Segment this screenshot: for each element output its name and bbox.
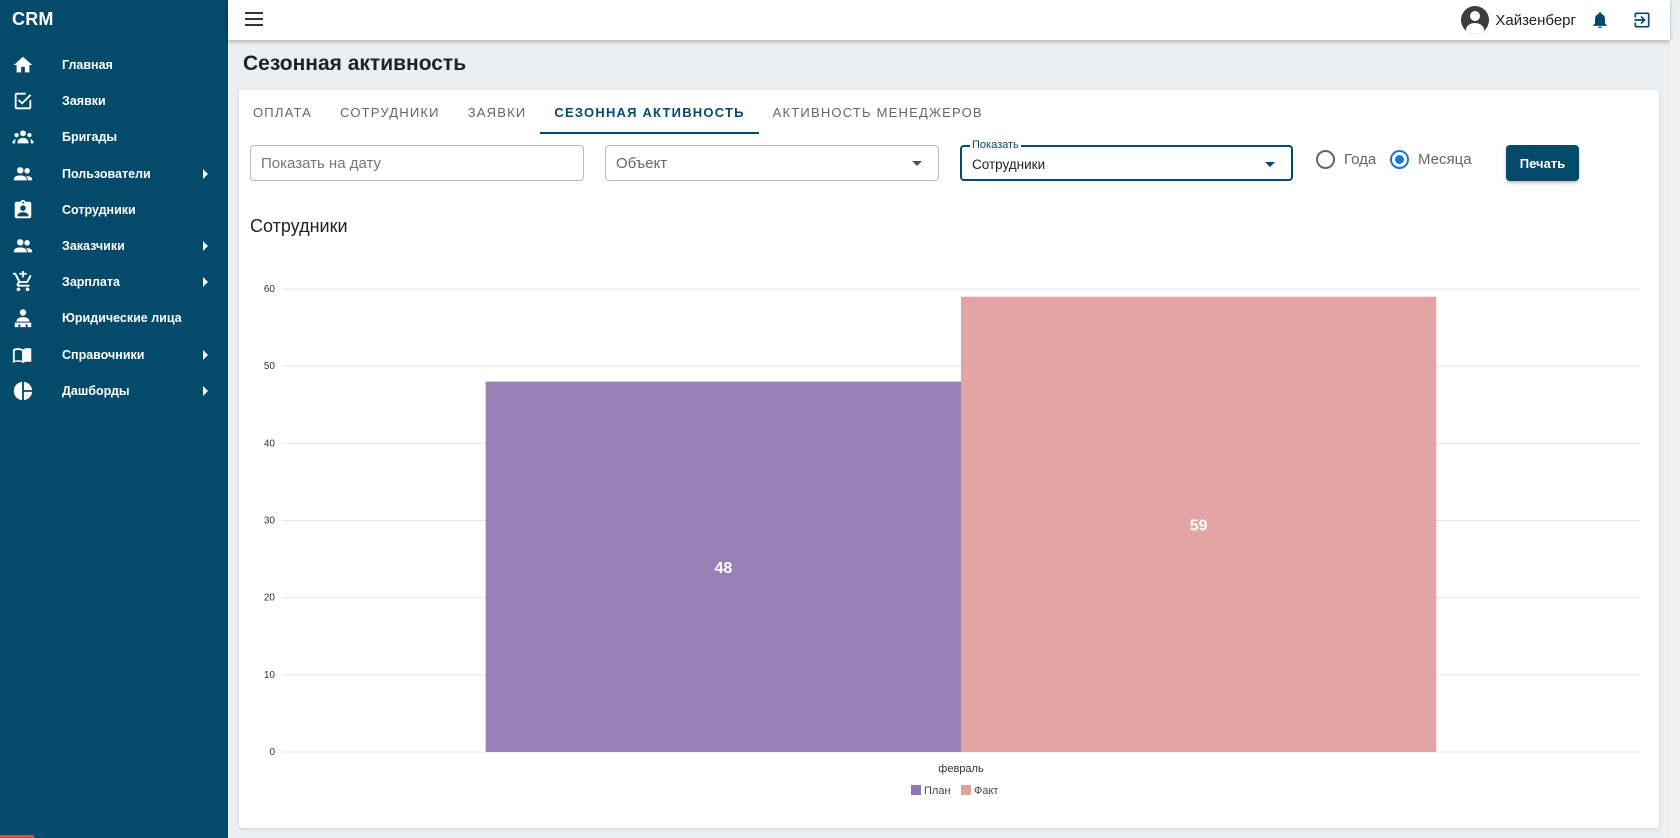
radio-circle[interactable] — [1316, 150, 1335, 169]
sidebar-item-label: Сотрудники — [62, 202, 136, 217]
logout-icon[interactable] — [1632, 10, 1652, 30]
caret-down-icon — [912, 161, 922, 166]
y-tick-label: 50 — [264, 361, 276, 372]
x-tick-label: февраль — [938, 763, 984, 775]
object-select-placeholder: Объект — [616, 155, 668, 172]
tab-employees[interactable]: Сотрудники — [326, 90, 454, 134]
legend-swatch — [961, 785, 971, 795]
legend-swatch — [911, 785, 921, 795]
user-name[interactable]: Хайзенберг — [1495, 12, 1576, 29]
sidebar: CRM Главная Заявки Бригады Пользователи … — [0, 0, 228, 838]
chart-title: Сотрудники — [250, 216, 348, 236]
legend-label: Факт — [974, 785, 998, 797]
avatar[interactable] — [1461, 6, 1490, 34]
checkbox-icon — [12, 90, 34, 112]
sidebar-item-customers[interactable]: Заказчики — [0, 228, 228, 264]
sidebar-nav: Главная Заявки Бригады Пользователи Сотр… — [0, 47, 228, 409]
radio-month-label: Месяца — [1418, 151, 1472, 168]
badge-icon — [12, 199, 34, 221]
sidebar-item-label: Заявки — [62, 94, 106, 109]
sidebar-item-references[interactable]: Справочники — [0, 337, 228, 373]
top-bar: Хайзенберг — [228, 0, 1670, 40]
date-input[interactable] — [251, 146, 583, 180]
cart-icon — [12, 271, 34, 293]
chevron-right-icon — [203, 168, 208, 179]
pie-chart-icon — [12, 380, 34, 402]
print-button[interactable]: Печать — [1506, 145, 1579, 181]
sidebar-item-label: Бригады — [62, 130, 118, 145]
groups-icon — [12, 126, 34, 148]
user-area: Хайзенберг — [1461, 0, 1670, 40]
page-title: Сезонная активность — [243, 52, 467, 75]
brand-logo[interactable]: CRM — [12, 9, 54, 30]
sidebar-item-label: Юридические лица — [62, 311, 182, 326]
bell-icon[interactable] — [1590, 9, 1610, 31]
sidebar-item-users[interactable]: Пользователи — [0, 156, 228, 192]
y-tick-label: 30 — [264, 516, 276, 527]
radio-circle[interactable] — [1390, 150, 1409, 169]
tab-seasonal-activity[interactable]: Сезонная активность — [540, 90, 759, 134]
sidebar-item-label: Заказчики — [62, 239, 125, 254]
page-scrollbar[interactable] — [1670, 40, 1680, 838]
caret-down-icon — [1265, 162, 1275, 167]
sidebar-item-label: Пользователи — [62, 166, 151, 181]
y-tick-label: 0 — [269, 747, 275, 758]
y-tick-label: 10 — [264, 670, 276, 681]
sidebar-item-employees[interactable]: Сотрудники — [0, 192, 228, 228]
sidebar-item-label: Справочники — [62, 347, 145, 362]
people-icon — [12, 235, 34, 257]
show-select-value: Сотрудники — [972, 157, 1046, 172]
date-field — [250, 145, 584, 181]
tab-payment[interactable]: Оплата — [239, 90, 326, 134]
radio-year[interactable]: Года — [1316, 150, 1376, 169]
sidebar-item-label: Зарплата — [62, 275, 120, 290]
home-icon — [12, 54, 34, 76]
sidebar-item-legal-entities[interactable]: Юридические лица — [0, 300, 228, 336]
tab-bar: Оплата Сотрудники Заявки Сезонная активн… — [239, 90, 1659, 134]
radio-month[interactable]: Месяца — [1390, 150, 1472, 169]
sidebar-item-dashboards[interactable]: Дашборды — [0, 373, 228, 409]
chevron-right-icon — [203, 241, 208, 252]
sidebar-item-label: Главная — [62, 58, 113, 73]
radio-year-label: Года — [1344, 151, 1377, 168]
chevron-right-icon — [203, 349, 208, 360]
show-select[interactable]: Показать Сотрудники — [960, 139, 1293, 181]
seasonal-activity-chart: 0 10 20 30 40 50 60 48 59 февраль План Факт — [264, 284, 1640, 797]
y-tick-label: 40 — [264, 438, 276, 449]
person-desk-icon — [12, 307, 34, 329]
sidebar-item-brigades[interactable]: Бригады — [0, 119, 228, 155]
sidebar-item-requests[interactable]: Заявки — [0, 83, 228, 119]
people-icon — [12, 163, 34, 185]
show-select-label: Показать — [970, 139, 1021, 151]
sidebar-item-home[interactable]: Главная — [0, 47, 228, 83]
object-select[interactable]: Объект — [605, 145, 939, 181]
sidebar-item-salary[interactable]: Зарплата — [0, 264, 228, 300]
y-tick-label: 20 — [264, 593, 276, 604]
chevron-right-icon — [203, 385, 208, 396]
data-label: 48 — [714, 560, 732, 577]
legend-label: План — [924, 785, 951, 797]
book-icon — [12, 344, 34, 366]
chevron-right-icon — [203, 277, 208, 288]
data-label: 59 — [1190, 517, 1208, 534]
menu-icon[interactable] — [245, 12, 263, 26]
y-tick-label: 60 — [264, 284, 276, 295]
sidebar-item-label: Дашборды — [62, 383, 130, 398]
tab-requests[interactable]: Заявки — [454, 90, 541, 134]
tab-manager-activity[interactable]: Активность менеджеров — [759, 90, 997, 134]
